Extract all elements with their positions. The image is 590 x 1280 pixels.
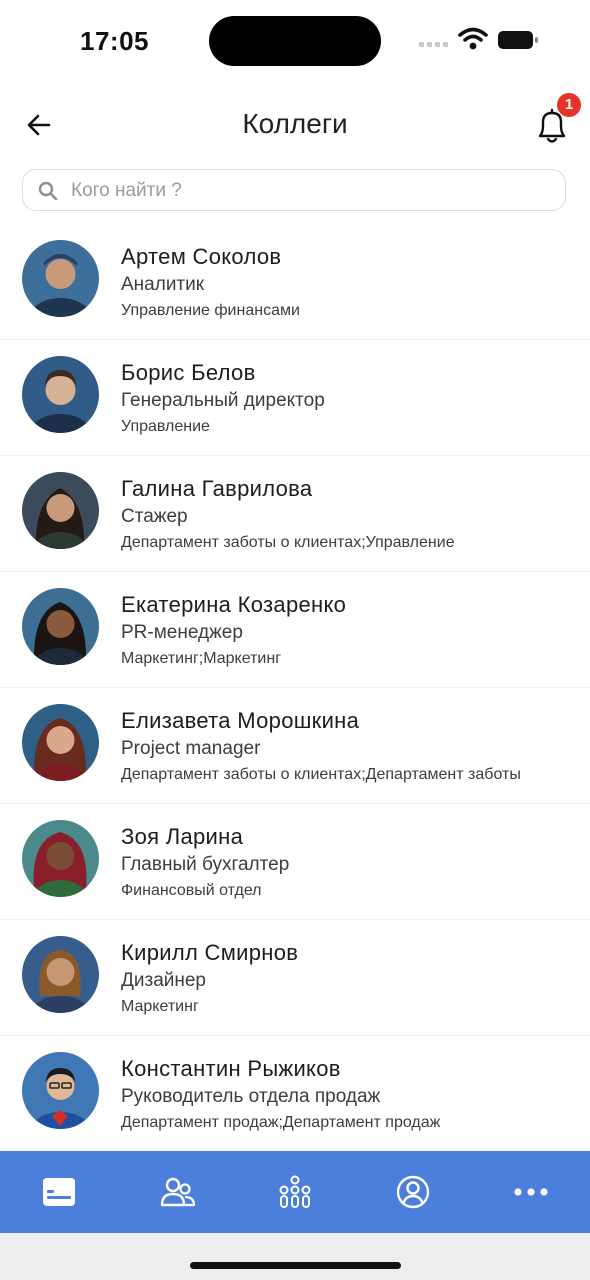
nav-structure[interactable] bbox=[270, 1169, 320, 1215]
colleague-row[interactable]: Константин Рыжиков Руководитель отдела п… bbox=[0, 1036, 590, 1150]
colleague-row[interactable]: Елизавета Морошкина Project manager Депа… bbox=[0, 688, 590, 804]
home-indicator bbox=[190, 1262, 401, 1269]
wifi-icon bbox=[458, 27, 488, 50]
colleague-row[interactable]: Зоя Ларина Главный бухгалтер Финансовый … bbox=[0, 804, 590, 920]
avatar bbox=[22, 820, 99, 897]
colleague-name: Константин Рыжиков bbox=[121, 1056, 341, 1081]
colleague-name: Артем Соколов bbox=[121, 244, 282, 269]
page-title: Коллеги bbox=[242, 108, 348, 139]
colleague-name: Зоя Ларина bbox=[121, 824, 244, 849]
colleague-department: Маркетинг bbox=[121, 998, 199, 1015]
colleague-name: Борис Белов bbox=[121, 360, 256, 385]
more-dots-icon bbox=[514, 1188, 548, 1196]
app-header: Коллеги bbox=[0, 90, 590, 160]
avatar bbox=[22, 472, 99, 549]
status-bar: 17:05 bbox=[0, 0, 590, 82]
colleague-name: Елизавета Морошкина bbox=[121, 708, 360, 733]
colleague-department: Управление bbox=[121, 418, 210, 435]
colleague-role: Project manager bbox=[121, 738, 261, 759]
colleague-role: Руководитель отдела продаж bbox=[121, 1086, 381, 1107]
profile-icon bbox=[396, 1175, 430, 1209]
search-icon bbox=[38, 181, 58, 201]
nav-more[interactable] bbox=[506, 1169, 556, 1215]
colleague-department: Маркетинг;Маркетинг bbox=[121, 650, 282, 667]
colleague-list: Артем Соколов Аналитик Управление финанс… bbox=[0, 224, 590, 1150]
colleague-row[interactable]: Екатерина Козаренко PR-менеджер Маркетин… bbox=[0, 572, 590, 688]
bottom-navigation bbox=[0, 1151, 590, 1233]
colleague-department: Департамент продаж;Департамент продаж bbox=[121, 1114, 441, 1131]
colleague-role: Генеральный директор bbox=[121, 390, 325, 411]
colleague-name: Екатерина Козаренко bbox=[121, 592, 347, 617]
colleague-role: PR-менеджер bbox=[121, 622, 243, 643]
avatar bbox=[22, 704, 99, 781]
colleague-department: Управление финансами bbox=[121, 302, 300, 319]
news-card-icon bbox=[43, 1178, 75, 1206]
search-input[interactable] bbox=[69, 175, 543, 207]
colleague-role: Дизайнер bbox=[121, 970, 206, 991]
colleagues-icon bbox=[160, 1177, 196, 1207]
battery-icon bbox=[498, 31, 538, 49]
dynamic-island bbox=[209, 16, 381, 66]
colleague-row[interactable]: Кирилл Смирнов Дизайнер Маркетинг bbox=[0, 920, 590, 1036]
avatar bbox=[22, 356, 99, 433]
colleague-department: Финансовый отдел bbox=[121, 882, 262, 899]
avatar bbox=[22, 936, 99, 1013]
colleague-row[interactable]: Артем Соколов Аналитик Управление финанс… bbox=[0, 224, 590, 340]
search-bar[interactable] bbox=[22, 169, 566, 211]
notification-badge: 1 bbox=[557, 93, 581, 117]
colleague-role: Главный бухгалтер bbox=[121, 854, 290, 875]
avatar bbox=[22, 240, 99, 317]
colleague-department: Департамент заботы о клиентах;Департамен… bbox=[121, 766, 521, 783]
status-time: 17:05 bbox=[80, 26, 149, 56]
colleague-name: Галина Гаврилова bbox=[121, 476, 313, 501]
cellular-signal-icon bbox=[419, 42, 451, 48]
colleague-role: Стажер bbox=[121, 506, 188, 527]
colleague-row[interactable]: Борис Белов Генеральный директор Управле… bbox=[0, 340, 590, 456]
nav-profile[interactable] bbox=[388, 1169, 438, 1215]
colleague-name: Кирилл Смирнов bbox=[121, 940, 299, 965]
nav-news[interactable] bbox=[34, 1169, 84, 1215]
org-structure-icon bbox=[279, 1175, 311, 1208]
nav-colleagues[interactable] bbox=[153, 1169, 203, 1215]
avatar bbox=[22, 1052, 99, 1129]
colleague-role: Аналитик bbox=[121, 274, 205, 295]
avatar bbox=[22, 588, 99, 665]
colleague-row[interactable]: Галина Гаврилова Стажер Департамент забо… bbox=[0, 456, 590, 572]
colleague-department: Департамент заботы о клиентах;Управление bbox=[121, 534, 455, 551]
home-area bbox=[0, 1233, 590, 1280]
